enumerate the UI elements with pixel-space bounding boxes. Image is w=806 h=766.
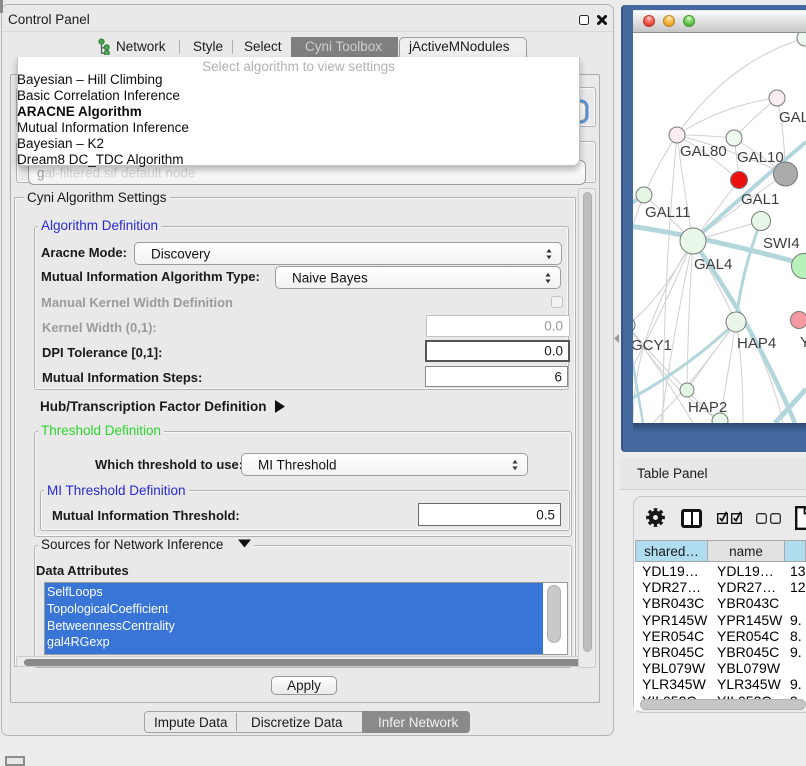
- svg-text:SWI4: SWI4: [763, 235, 800, 252]
- svg-text:HAP4: HAP4: [737, 335, 776, 352]
- svg-text:GCY1: GCY1: [633, 337, 672, 354]
- svg-text:GAL80: GAL80: [680, 143, 727, 160]
- svg-text:HAP2: HAP2: [688, 399, 727, 416]
- svg-text:GAL4: GAL4: [694, 256, 732, 273]
- svg-text:Y: Y: [800, 334, 806, 351]
- svg-text:GAL10: GAL10: [737, 149, 784, 166]
- svg-text:GAL11: GAL11: [645, 204, 691, 221]
- svg-text:GAL1: GAL1: [741, 191, 779, 208]
- svg-text:GAL2: GAL2: [779, 109, 806, 126]
